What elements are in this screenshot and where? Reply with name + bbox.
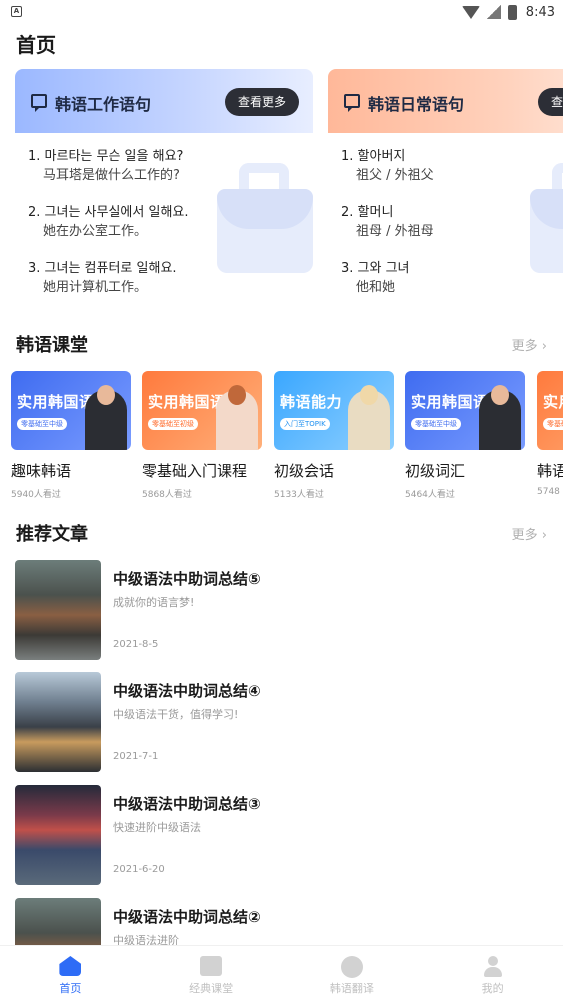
article-thumbnail [15, 898, 101, 945]
article-item[interactable]: 中级语法中助词总结⑤ 成就你的语言梦! 2021-8-5 [15, 560, 555, 660]
article-date: 2021-7-1 [113, 751, 159, 762]
card-body: 1. 마르타는 무슨 일을 해요? 马耳塔是做什么工作的? 2. 그녀는 사무실… [15, 133, 313, 307]
course-thumbnail: 韩语能力 入门至TOPIK [274, 371, 394, 450]
article-subtitle: 中级语法进阶 [113, 934, 179, 945]
course-title: 零基础入门课程 [142, 462, 248, 480]
thumbnail-badge: 零基础至中级 [17, 418, 67, 430]
status-icons: 8:43 [461, 3, 555, 21]
phrase-card-work[interactable]: 韩语工作语句 查看更多 1. 마르타는 무슨 일을 해요? 马耳塔是做什么工作的… [15, 69, 313, 307]
article-item[interactable]: 中级语法中助词总结③ 快速进阶中级语法 2021-6-20 [15, 785, 555, 885]
course-carousel[interactable]: 实用韩国语 零基础至中级 趣味韩语 5940人看过 实用韩国语 零基础至初级 零… [11, 371, 563, 501]
phrase-card-daily[interactable]: 韩语日常语句 查看更多 1. 할아버지 祖父 / 外祖父 2. 할머니 祖母 /… [328, 69, 563, 307]
course-title: 趣味韩语 [11, 462, 72, 480]
phrase-translation: 她用计算机工作。 [43, 280, 148, 295]
nav-label: 首页 [59, 982, 82, 995]
course-thumbnail: 实用韩国语 零基础至中级 [405, 371, 525, 450]
course-thumbnail: 实用韩国语 零基础至初级 [142, 371, 262, 450]
nav-label: 韩语翻译 [329, 982, 374, 995]
article-item[interactable]: 中级语法中助词总结④ 中级语法干货，值得学习! 2021-7-1 [15, 672, 555, 772]
bottom-navigation: 首页 经典课堂 韩语翻译 我的 [0, 945, 563, 1002]
course-card[interactable]: 实用 零基础至中级 韩语 5748 [537, 371, 563, 497]
home-icon [59, 956, 82, 976]
article-date: 2021-6-20 [113, 864, 165, 875]
article-title: 中级语法中助词总结③ [113, 795, 261, 813]
view-more-button[interactable]: 查看更多 [225, 88, 299, 116]
course-card[interactable]: 实用韩国语 零基础至初级 零基础入门课程 5868人看过 [142, 371, 262, 500]
course-views: 5748 [537, 487, 560, 497]
articles-section-title: 推荐文章 [16, 524, 88, 545]
course-title: 初级词汇 [405, 462, 466, 480]
article-thumbnail [15, 672, 101, 772]
article-thumbnail [15, 560, 101, 660]
thumbnail-title: 韩语能力 [280, 393, 343, 411]
course-thumbnail: 实用韩国语 零基础至中级 [11, 371, 131, 450]
nav-profile[interactable]: 我的 [422, 946, 563, 1002]
wifi-icon [461, 5, 480, 19]
course-title: 韩语 [537, 462, 563, 480]
nav-label: 我的 [481, 982, 504, 995]
article-title: 中级语法中助词总结④ [113, 682, 261, 700]
signal-icon [486, 5, 501, 19]
course-card[interactable]: 实用韩国语 零基础至中级 初级词汇 5464人看过 [405, 371, 525, 500]
course-views: 5940人看过 [11, 490, 61, 500]
thumbnail-title: 实用 [543, 393, 563, 411]
article-subtitle: 快速进阶中级语法 [113, 821, 201, 834]
article-date: 2021-8-5 [113, 639, 159, 650]
course-thumbnail: 实用 零基础至中级 [537, 371, 563, 450]
course-card[interactable]: 实用韩国语 零基础至中级 趣味韩语 5940人看过 [11, 371, 131, 500]
article-item[interactable]: 中级语法中助词总结② 中级语法进阶 [15, 898, 555, 945]
card-title: 韩语日常语句 [368, 95, 465, 114]
thumbnail-title: 实用韩国语 [148, 393, 226, 411]
card-header: 韩语工作语句 查看更多 [15, 69, 313, 133]
chat-bubble-icon [31, 94, 47, 112]
article-thumbnail [15, 785, 101, 885]
user-icon [482, 956, 504, 978]
course-title: 初级会话 [274, 462, 335, 480]
nav-translate[interactable]: 韩语翻译 [282, 946, 423, 1002]
article-title: 中级语法中助词总结② [113, 908, 261, 926]
nav-home[interactable]: 首页 [0, 946, 141, 1002]
thumbnail-title: 实用韩国语 [411, 393, 489, 411]
chat-bubble-icon [344, 94, 360, 112]
phrase-cards-carousel[interactable]: 韩语工作语句 查看更多 1. 마르타는 무슨 일을 해요? 马耳塔是做什么工作的… [15, 69, 563, 309]
course-card[interactable]: 韩语能力 入门至TOPIK 初级会话 5133人看过 [274, 371, 394, 500]
thumbnail-title: 实用韩国语 [17, 393, 95, 411]
briefcase-icon [530, 163, 563, 273]
clock: 8:43 [525, 4, 555, 20]
courses-section-title: 韩语课堂 [16, 335, 88, 356]
courses-more-link[interactable]: 更多 › [512, 335, 547, 354]
status-bar: A 8:43 [0, 0, 563, 24]
article-subtitle: 中级语法干货，值得学习! [113, 708, 239, 721]
thumbnail-badge: 零基础至中级 [543, 418, 563, 430]
briefcase-icon [217, 163, 313, 273]
article-title: 中级语法中助词总结⑤ [113, 570, 261, 588]
phrase-translation: 他和她 [356, 280, 396, 295]
battery-icon [507, 4, 517, 20]
view-more-button[interactable]: 查看更多 [538, 88, 563, 116]
nav-label: 经典课堂 [189, 982, 234, 995]
book-icon [200, 956, 223, 976]
page-title: 首页 [16, 33, 56, 57]
thumbnail-badge: 零基础至中级 [411, 418, 461, 430]
course-views: 5464人看过 [405, 490, 455, 500]
nav-classroom[interactable]: 经典课堂 [141, 946, 282, 1002]
thumbnail-badge: 零基础至初级 [148, 418, 198, 430]
app-notification-icon: A [11, 6, 22, 17]
translate-icon [340, 956, 363, 978]
card-title: 韩语工作语句 [55, 95, 152, 114]
course-views: 5133人看过 [274, 490, 324, 500]
thumbnail-badge: 入门至TOPIK [280, 418, 330, 430]
article-subtitle: 成就你的语言梦! [113, 596, 195, 609]
course-views: 5868人看过 [142, 490, 192, 500]
articles-more-link[interactable]: 更多 › [512, 524, 547, 543]
card-header: 韩语日常语句 查看更多 [328, 69, 563, 133]
card-body: 1. 할아버지 祖父 / 外祖父 2. 할머니 祖母 / 外祖母 3. 그와 그… [328, 133, 563, 307]
